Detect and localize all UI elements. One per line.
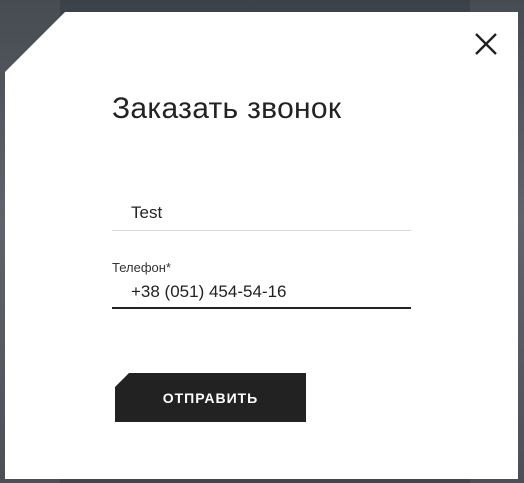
name-field bbox=[112, 198, 411, 231]
close-icon bbox=[475, 33, 497, 55]
callback-modal: Заказать звонок Телефон* ОТПРАВИТЬ bbox=[5, 12, 518, 479]
phone-label: Телефон* bbox=[112, 260, 171, 275]
close-button[interactable] bbox=[472, 30, 500, 58]
phone-field: Телефон* bbox=[112, 259, 411, 309]
name-input[interactable] bbox=[112, 198, 411, 228]
submit-button[interactable]: ОТПРАВИТЬ bbox=[115, 373, 306, 422]
modal-title: Заказать звонок bbox=[112, 92, 342, 125]
phone-input[interactable] bbox=[112, 277, 411, 307]
